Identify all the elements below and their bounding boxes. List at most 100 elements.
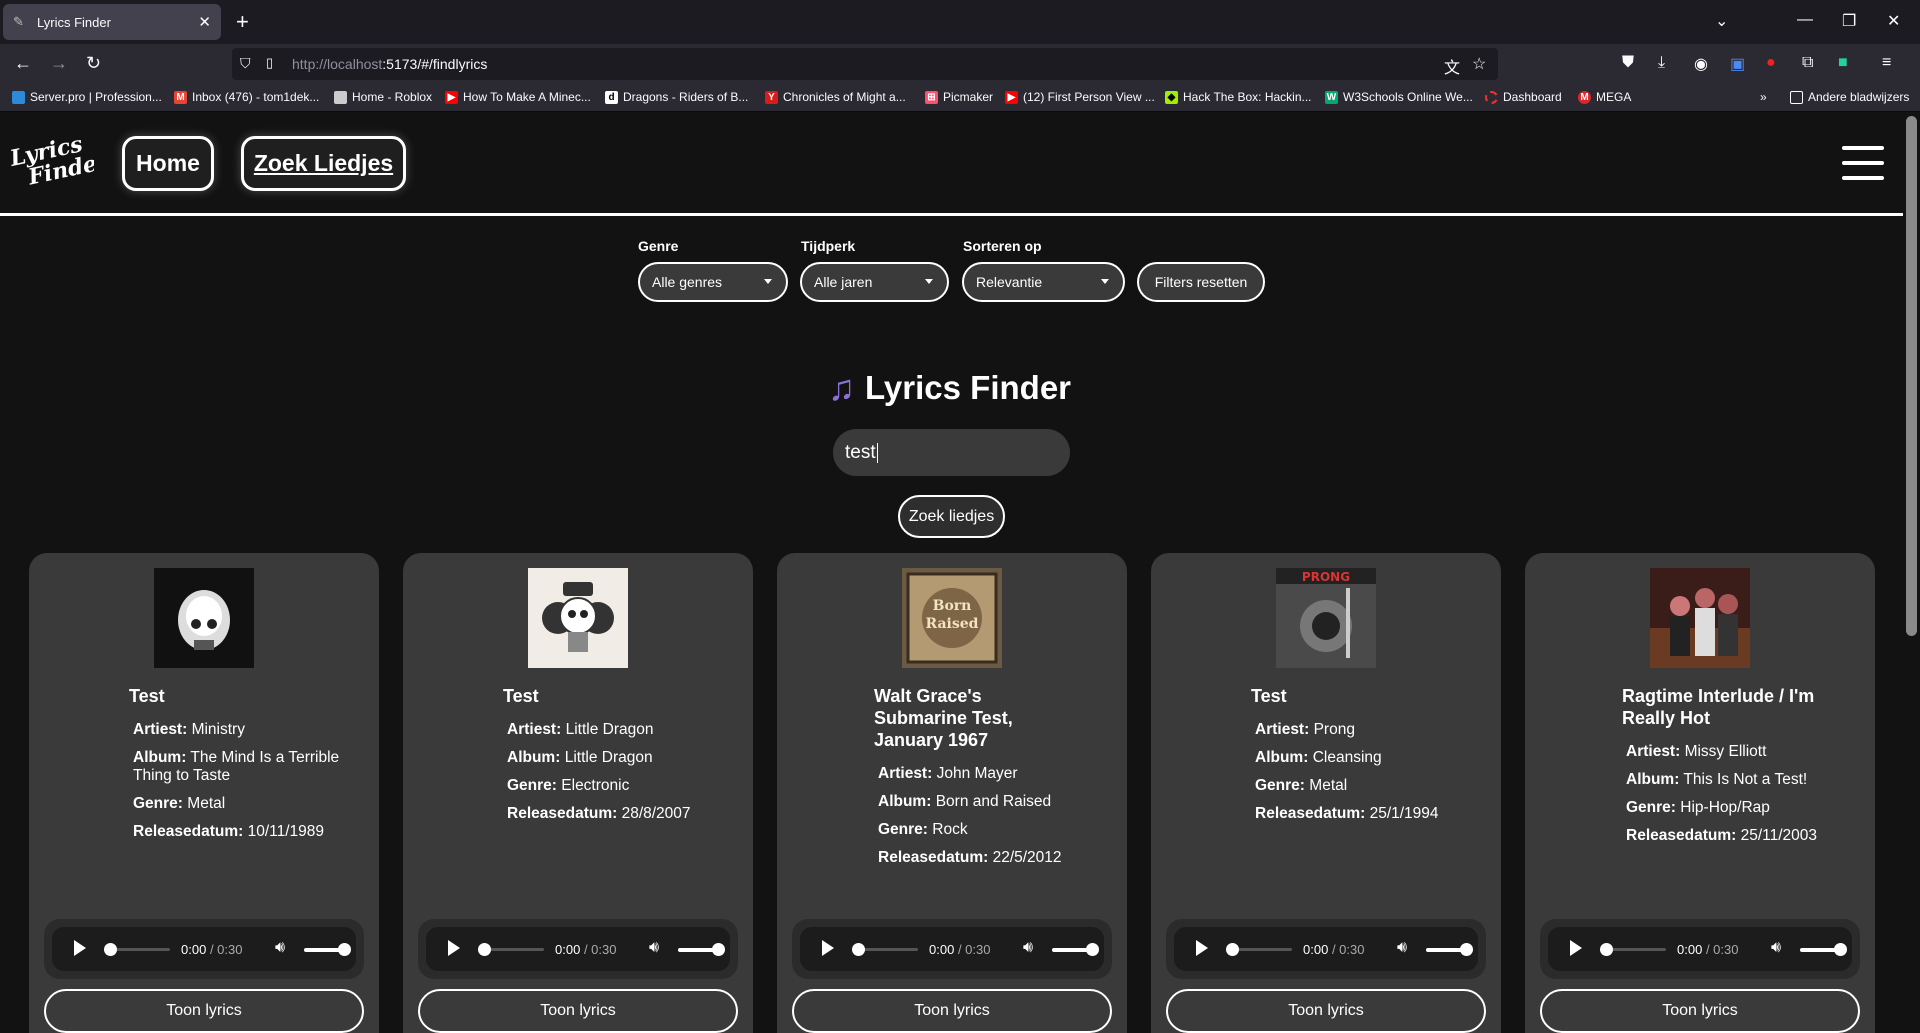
bookmark-item[interactable]: Dashboard (1485, 90, 1562, 104)
hamburger-menu-icon[interactable] (1842, 146, 1884, 180)
bookmark-item[interactable]: ◆ Hack The Box: Hackin... (1165, 90, 1312, 104)
page-icon[interactable]: ▯ (266, 55, 273, 71)
play-icon[interactable] (1570, 940, 1582, 956)
volume-icon[interactable]: 🔊︎ (275, 939, 285, 957)
bookmark-item[interactable]: W W3Schools Online We... (1325, 90, 1473, 104)
seek-handle[interactable] (1226, 943, 1239, 956)
play-icon[interactable] (822, 940, 834, 956)
release-value: 25/1/1994 (1369, 805, 1439, 822)
song-title: Walt Grace's Submarine Test, January 196… (874, 686, 1013, 750)
audio-player-controls: 0:00 / 0:30 🔊︎ (800, 927, 1104, 971)
lyrics-finder-logo[interactable]: Lyrics Finder (6, 132, 94, 192)
browser-nav-bar: ← → ↻ ⛉ ▯ http://localhost:5173/#/findly… (0, 44, 1920, 84)
url-text[interactable]: http://localhost:5173/#/findlyrics (292, 56, 487, 72)
back-icon[interactable]: ← (14, 53, 32, 74)
release-row: Releasedatum: 22/5/2012 (878, 849, 1062, 866)
pocket-icon[interactable]: ⛊ (1622, 54, 1634, 72)
scrollbar-thumb[interactable] (1906, 116, 1917, 636)
search-input[interactable]: test (833, 429, 1070, 476)
translate-extension-icon[interactable]: ▣ (1730, 54, 1745, 74)
restore-icon[interactable]: ❐ (1842, 11, 1856, 31)
bookmarks-overflow-icon[interactable]: » (1760, 90, 1767, 104)
other-bookmarks[interactable]: Andere bladwijzers (1790, 90, 1909, 104)
chevron-down-icon (764, 279, 772, 284)
play-icon[interactable] (448, 940, 460, 956)
show-lyrics-button[interactable]: Toon lyrics (792, 989, 1112, 1033)
volume-icon[interactable]: 🔊︎ (1397, 939, 1407, 957)
album-row: Album: This Is Not a Test! (1626, 771, 1808, 788)
bookmark-favicon-icon (12, 90, 25, 104)
audio-player: 0:00 / 0:30 🔊︎ (418, 919, 738, 979)
album-cover-image: Born Raised (902, 568, 1002, 668)
show-lyrics-button[interactable]: Toon lyrics (44, 989, 364, 1033)
album-row: Album: Little Dragon (507, 749, 653, 766)
reload-icon[interactable]: ↻ (86, 53, 101, 74)
bookmark-item[interactable]: Y Chronicles of Might a... (765, 90, 906, 104)
genre-value: Rock (932, 821, 968, 838)
volume-icon[interactable]: 🔊︎ (1771, 939, 1781, 957)
show-lyrics-button[interactable]: Toon lyrics (418, 989, 738, 1033)
extension-icon[interactable]: ● (1766, 54, 1776, 72)
show-lyrics-button[interactable]: Toon lyrics (1540, 989, 1860, 1033)
tab-list-chevron-icon[interactable]: ⌄ (1715, 11, 1728, 31)
sort-select[interactable]: Relevantie (962, 262, 1125, 302)
extensions-puzzle-icon[interactable]: ⧉ (1802, 54, 1813, 72)
seek-handle[interactable] (852, 943, 865, 956)
downloads-icon[interactable]: ⤓ (1658, 54, 1665, 72)
bookmark-star-icon[interactable]: ☆ (1472, 54, 1486, 74)
bookmark-item[interactable]: d Dragons - Riders of B... (605, 90, 748, 104)
album-value: Little Dragon (564, 749, 653, 766)
reset-filters-button[interactable]: Filters resetten (1137, 262, 1265, 302)
artist-value: Little Dragon (565, 721, 654, 738)
volume-handle[interactable] (1086, 943, 1099, 956)
audio-player: 0:00 / 0:30 🔊︎ (792, 919, 1112, 979)
nav-zoek-liedjes-button[interactable]: Zoek Liedjes (241, 136, 406, 191)
minimize-icon[interactable]: — (1797, 11, 1813, 29)
seek-handle[interactable] (104, 943, 117, 956)
shield-icon[interactable]: ⛉ (240, 55, 251, 72)
volume-handle[interactable] (712, 943, 725, 956)
release-row: Releasedatum: 25/11/2003 (1626, 827, 1818, 844)
volume-handle[interactable] (1834, 943, 1847, 956)
seek-handle[interactable] (1600, 943, 1613, 956)
nav-home-button[interactable]: Home (122, 136, 214, 191)
bookmark-item[interactable]: M Inbox (476) - tom1dek... (174, 90, 319, 104)
playback-time: 0:00 / 0:30 (929, 942, 991, 957)
tab-close-icon[interactable]: ✕ (198, 13, 211, 31)
volume-icon[interactable]: 🔊︎ (649, 939, 659, 957)
menu-icon[interactable]: ≡ (1882, 54, 1891, 72)
show-lyrics-button[interactable]: Toon lyrics (1166, 989, 1486, 1033)
search-songs-button[interactable]: Zoek liedjes (898, 495, 1005, 538)
translate-icon[interactable]: 文 (1444, 54, 1460, 78)
new-tab-icon[interactable]: + (236, 9, 249, 35)
bookmark-item[interactable]: Home - Roblox (334, 90, 432, 104)
extension-green-icon[interactable]: ■ (1838, 54, 1848, 72)
close-window-icon[interactable]: ✕ (1887, 11, 1900, 31)
browser-tab[interactable]: ✎ Lyrics Finder ✕ (3, 4, 221, 40)
genre-value: Electronic (561, 777, 630, 794)
volume-icon[interactable]: 🔊︎ (1023, 939, 1033, 957)
audio-player: 0:00 / 0:30 🔊︎ (1540, 919, 1860, 979)
volume-handle[interactable] (338, 943, 351, 956)
era-select[interactable]: Alle jaren (800, 262, 949, 302)
album-value: Cleansing (1312, 749, 1382, 766)
genre-select[interactable]: Alle genres (638, 262, 788, 302)
bookmark-item[interactable]: Server.pro | Profession... (12, 90, 162, 104)
url-bar[interactable]: ⛉ ▯ http://localhost:5173/#/findlyrics 文… (232, 48, 1498, 80)
forward-icon[interactable]: → (50, 53, 68, 74)
bookmark-item[interactable]: ▶ (12) First Person View ... (1005, 90, 1155, 104)
bookmark-item[interactable]: M MEGA (1578, 90, 1631, 104)
artist-row: Artiest: John Mayer (878, 765, 1018, 782)
play-icon[interactable] (1196, 940, 1208, 956)
chronicles-icon: Y (765, 90, 778, 104)
volume-handle[interactable] (1460, 943, 1473, 956)
bookmark-item[interactable]: ▶ How To Make A Minec... (445, 90, 591, 104)
bookmark-item[interactable]: ⊞ Picmaker (925, 90, 993, 104)
dragons-icon: d (605, 90, 618, 104)
account-icon[interactable]: ◉ (1694, 54, 1708, 74)
play-icon[interactable] (74, 940, 86, 956)
genre-row: Genre: Rock (878, 821, 968, 838)
roblox-icon (334, 90, 347, 104)
seek-handle[interactable] (478, 943, 491, 956)
folder-icon (1790, 90, 1803, 104)
